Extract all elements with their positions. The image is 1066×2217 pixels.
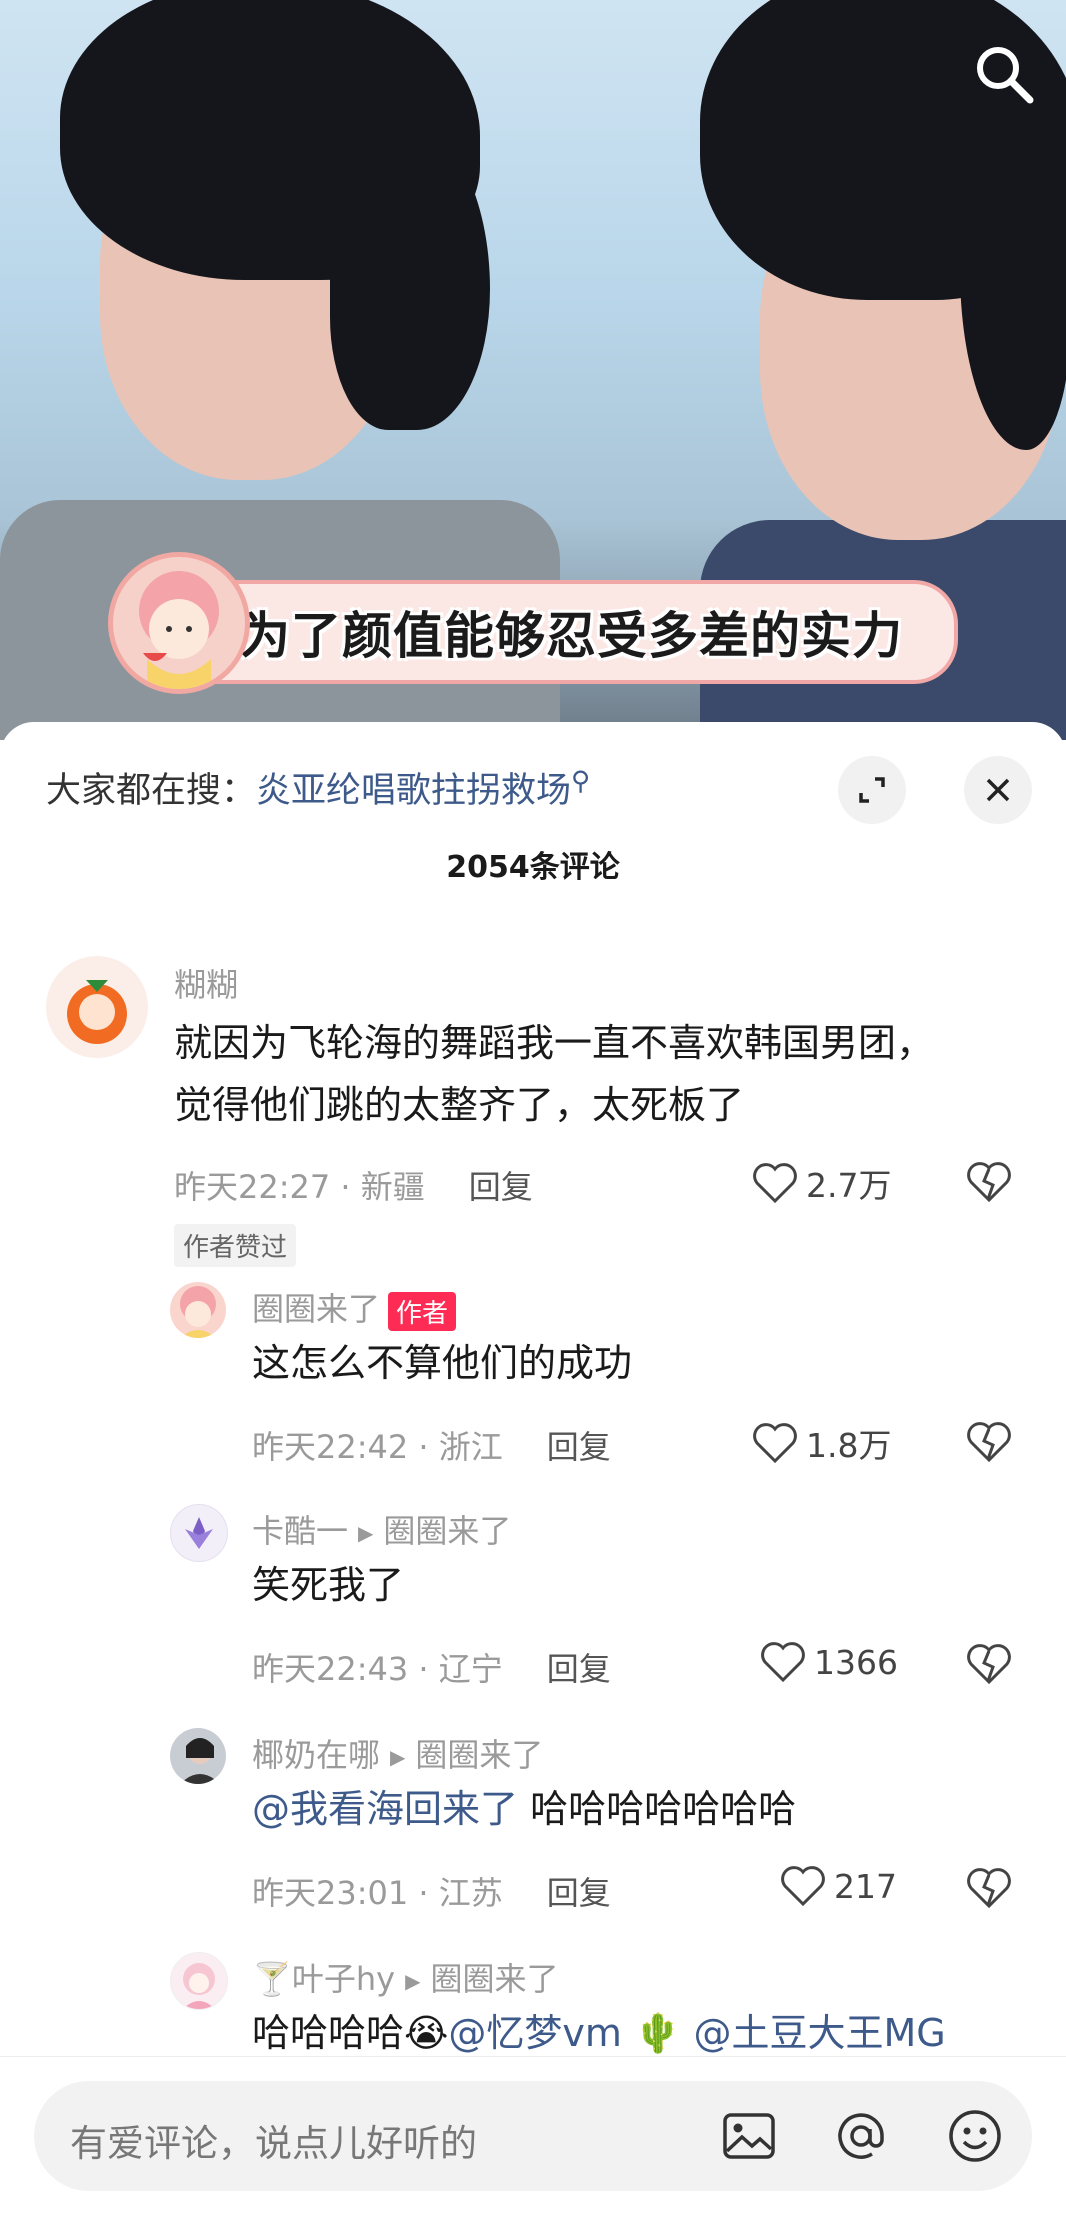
username-prefix-emoji: 🍸 [252, 1960, 292, 1998]
search-icon[interactable] [968, 38, 1040, 110]
mention-link[interactable]: @土豆大王MG [693, 2011, 945, 2055]
reply-username-text[interactable]: 圈圈来了 [252, 1290, 380, 1328]
mention-link[interactable]: @我看海回来了 [252, 1787, 518, 1831]
heart-icon [753, 1423, 797, 1464]
comment-text-line-2: 觉得他们跳的太整齐了，太死板了 [174, 1083, 745, 1127]
reply-time-location: 昨天22:42 · 浙江 [252, 1428, 503, 1466]
hot-search-label: 大家都在搜： [46, 771, 257, 811]
avatar[interactable] [170, 1282, 226, 1338]
comment-sheet: 大家都在搜：炎亚纶唱歌拄拐救场⚲ 2054条评论 糊糊 就因为飞轮海的舞蹈我一直… [0, 722, 1066, 2216]
comment-count: 2054条评论 [446, 850, 620, 885]
reply-username: 椰奶在哪 ▶ 圈圈来了 [252, 1730, 543, 1776]
like-button[interactable]: 217 [780, 1865, 897, 1907]
reply-to-username[interactable]: 圈圈来了 [415, 1736, 543, 1774]
reply-arrow-icon: ▶ [358, 1521, 374, 1545]
broken-heart-icon[interactable] [966, 1643, 1012, 1685]
like-count: 2.7万 [806, 1166, 892, 1205]
reply-button[interactable]: 回复 [547, 1650, 611, 1688]
reply-username-text[interactable]: 卡酷一 [252, 1512, 348, 1550]
reply-meta: 昨天23:01 · 江苏 回复 [252, 1868, 611, 1914]
like-button[interactable]: 1366 [760, 1641, 898, 1683]
close-icon [986, 778, 1010, 802]
reply-time-location: 昨天23:01 · 江苏 [252, 1874, 503, 1912]
emoji-icon[interactable] [944, 2105, 1006, 2167]
author-liked-badge: 作者赞过 [174, 1224, 297, 1267]
reply-meta: 昨天22:42 · 浙江 回复 [252, 1422, 611, 1468]
comment-meta: 昨天22:27 · 新疆 回复 [174, 1162, 533, 1208]
reply-username: 卡酷一 ▶ 圈圈来了 [252, 1506, 511, 1552]
comment-text-line-1: 就因为飞轮海的舞蹈我一直不喜欢韩国男团， [174, 1021, 935, 1065]
video-player[interactable]: 为了颜值能够忍受多差的实力 [0, 0, 1066, 740]
expand-button[interactable] [838, 756, 906, 824]
image-icon[interactable] [718, 2105, 780, 2167]
reply-time-location: 昨天22:43 · 辽宁 [252, 1650, 503, 1688]
search-small-icon: ⚲ [571, 766, 591, 797]
like-count: 217 [834, 1866, 897, 1906]
heart-icon [753, 1163, 797, 1204]
reply-username-text[interactable]: 叶子hy [292, 1960, 395, 1998]
hot-search-bar[interactable]: 大家都在搜：炎亚纶唱歌拄拐救场⚲ [46, 762, 590, 813]
broken-heart-icon[interactable] [966, 1421, 1012, 1463]
close-button[interactable] [964, 756, 1032, 824]
hot-search-query[interactable]: 炎亚纶唱歌拄拐救场 [256, 771, 571, 811]
broken-heart-icon[interactable] [966, 1161, 1012, 1203]
reply-text: 笑死我了 [252, 1563, 405, 1607]
like-button[interactable]: 2.7万 [752, 1159, 891, 1207]
like-count: 1.8万 [806, 1426, 892, 1465]
comment-input-bar: 有爱评论，说点儿好听的 [0, 2056, 1066, 2217]
cactus-emoji: 🌵 [634, 2011, 682, 2055]
reply-username: 圈圈来了 作者 [252, 1284, 457, 1331]
expand-icon [859, 777, 885, 803]
avatar[interactable] [170, 1728, 226, 1784]
reply-button[interactable]: 回复 [547, 1428, 611, 1466]
reply-button[interactable]: 回复 [547, 1874, 611, 1912]
comment-input[interactable]: 有爱评论，说点儿好听的 [34, 2081, 1032, 2191]
mention-link[interactable]: @忆梦vm [448, 2011, 622, 2055]
reply-username: 🍸叶子hy ▶ 圈圈来了 [252, 1954, 558, 2000]
heart-icon [781, 1866, 825, 1907]
reply-username-text[interactable]: 椰奶在哪 [252, 1736, 380, 1774]
reply-text: 哈哈哈哈😭@忆梦vm 🌵 @土豆大王MG [252, 2002, 946, 2064]
avatar[interactable] [170, 1504, 228, 1562]
like-count: 1366 [814, 1642, 898, 1682]
reply-button[interactable]: 回复 [469, 1168, 533, 1206]
at-icon[interactable] [830, 2105, 892, 2167]
author-tag: 作者 [388, 1291, 457, 1331]
reply-to-username[interactable]: 圈圈来了 [430, 1960, 558, 1998]
comment-input-placeholder: 有爱评论，说点儿好听的 [70, 2122, 477, 2165]
broken-heart-icon[interactable] [966, 1867, 1012, 1909]
reply-arrow-icon: ▶ [405, 1969, 421, 1993]
reply-text: 这怎么不算他们的成功 [252, 1341, 633, 1385]
reply-meta: 昨天22:43 · 辽宁 回复 [252, 1644, 611, 1690]
reply-to-username[interactable]: 圈圈来了 [383, 1512, 511, 1550]
like-button[interactable]: 1.8万 [752, 1419, 891, 1467]
comment-time-location: 昨天22:27 · 新疆 [174, 1168, 425, 1206]
reply-text: @我看海回来了 哈哈哈哈哈哈哈 [252, 1778, 796, 1840]
video-caption: 为了颜值能够忍受多差的实力 [240, 607, 903, 665]
reply-text-body: 哈哈哈哈哈哈哈 [518, 1787, 797, 1831]
caption-cartoon-avatar [108, 552, 250, 694]
avatar[interactable] [170, 1952, 228, 2010]
reply-arrow-icon: ▶ [390, 1745, 406, 1769]
avatar[interactable] [46, 956, 148, 1058]
heart-icon [761, 1642, 805, 1683]
reply-text-body: 哈哈哈哈😭 [252, 2011, 449, 2055]
comment-username[interactable]: 糊糊 [174, 960, 238, 1006]
